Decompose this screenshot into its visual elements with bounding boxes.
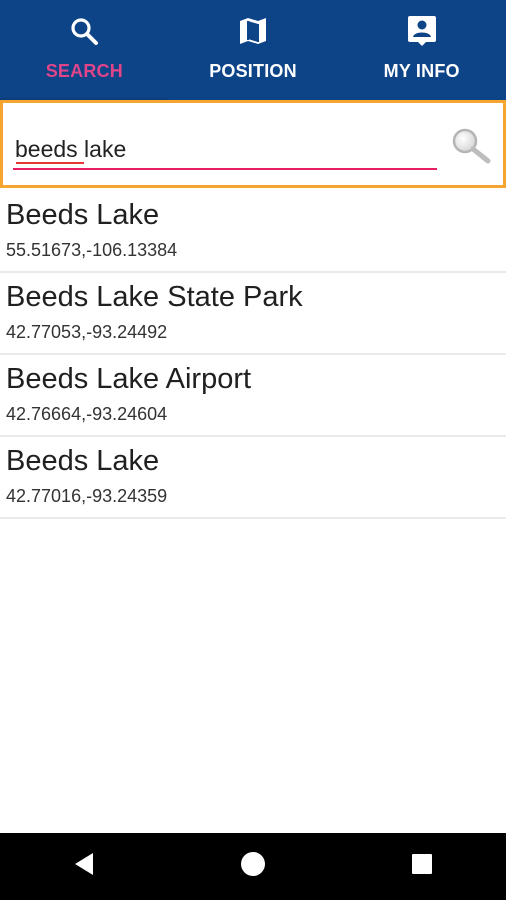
nav-back-button[interactable]	[54, 837, 114, 897]
list-item[interactable]: Beeds Lake Airport 42.76664,-93.24604	[0, 355, 506, 437]
tab-position[interactable]: POSITION	[169, 0, 338, 100]
input-underline	[13, 168, 437, 170]
result-coords: 42.76664,-93.24604	[6, 404, 168, 424]
system-nav-bar	[0, 833, 506, 900]
results-list: Beeds Lake 55.51673,-106.13384 Beeds Lak…	[0, 191, 506, 519]
list-item[interactable]: Beeds Lake 55.51673,-106.13384	[0, 191, 506, 273]
search-box	[0, 100, 506, 188]
recents-square-icon	[411, 853, 433, 880]
result-coords: 55.51673,-106.13384	[6, 240, 178, 260]
search-icon	[67, 14, 101, 48]
result-coords: 42.77016,-93.24359	[6, 486, 168, 506]
nav-recents-button[interactable]	[392, 837, 452, 897]
spellcheck-underline	[16, 162, 84, 164]
tab-bar: SEARCH POSITION MY INFO	[0, 0, 506, 100]
list-item[interactable]: Beeds Lake 42.77016,-93.24359	[0, 437, 506, 519]
tab-search-label: SEARCH	[45, 61, 123, 81]
tab-search[interactable]: SEARCH	[0, 0, 169, 100]
result-coords: 42.77053,-93.24492	[6, 322, 168, 342]
result-name: Beeds Lake State Park	[6, 281, 303, 313]
tab-my-info[interactable]: MY INFO	[337, 0, 506, 100]
magnifier-icon	[450, 126, 492, 173]
nav-home-button[interactable]	[223, 837, 283, 897]
map-icon	[236, 14, 270, 48]
result-name: Beeds Lake Airport	[6, 363, 252, 395]
back-triangle-icon	[72, 851, 96, 882]
search-button[interactable]	[449, 127, 493, 171]
search-input[interactable]	[13, 133, 441, 165]
result-name: Beeds Lake	[6, 445, 160, 477]
contact-card-icon	[405, 14, 439, 48]
list-item[interactable]: Beeds Lake State Park 42.77053,-93.24492	[0, 273, 506, 355]
tab-position-label: POSITION	[209, 61, 297, 81]
tab-my-info-label: MY INFO	[383, 61, 460, 81]
home-circle-icon	[240, 851, 266, 882]
result-name: Beeds Lake	[6, 199, 160, 231]
